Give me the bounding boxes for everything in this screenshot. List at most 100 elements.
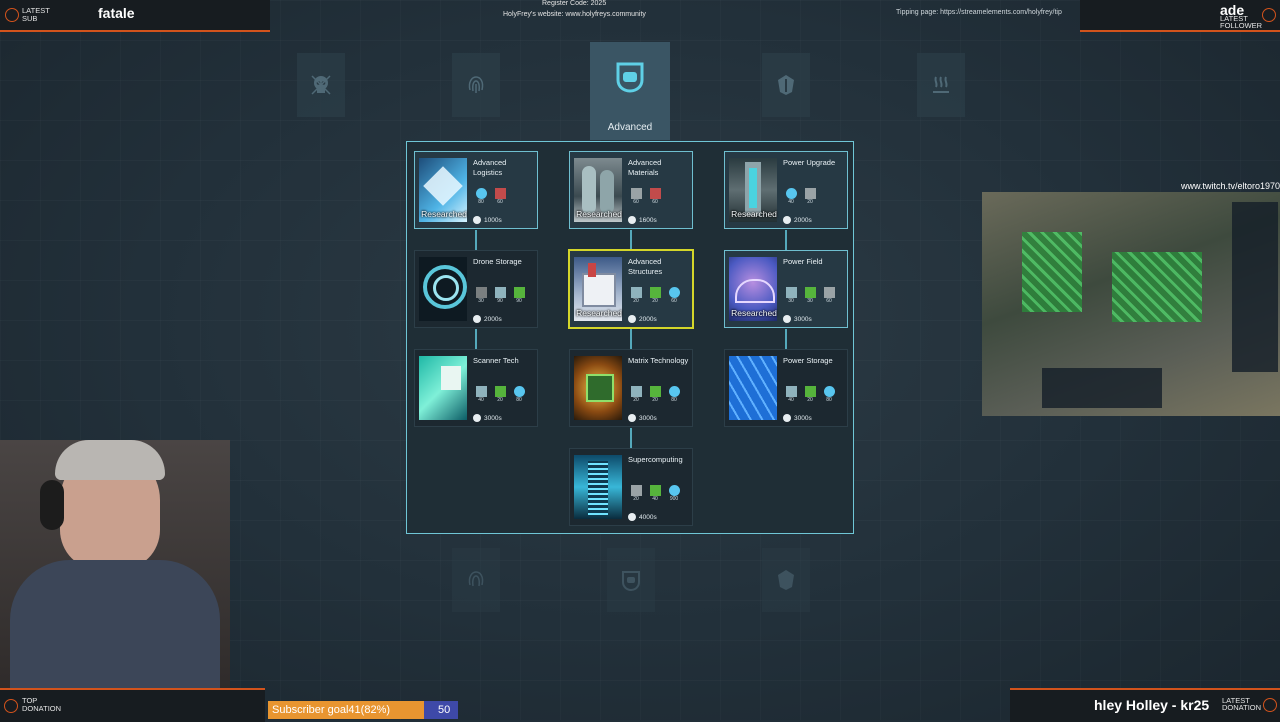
resource-cost: 20 [628,287,644,304]
researched-label: Researched [731,209,777,219]
latest-donation-name: hley Holley - kr25 [1094,697,1210,713]
resource-cost: 60 [647,188,663,205]
crystal-icon [668,386,680,397]
resource-cost: 20 [628,485,644,502]
resource-cost: 20 [802,386,818,403]
bio-icon [649,485,661,496]
tech-node-power-storage[interactable]: Power Storage 40 20 80 3000s [724,349,848,427]
tech-thumbnail [574,356,622,420]
clock-icon [473,216,481,224]
cost-amount: 80 [478,199,484,205]
tech-node-matrix-technology[interactable]: Matrix Technology 20 20 80 3000s [569,349,693,427]
cost-amount: 30 [788,298,794,304]
resource-cost: 90 [511,287,527,304]
tech-name: Advanced Materials [628,158,662,177]
cost-list: 40 20 [783,188,818,205]
clock-icon [628,513,636,521]
latest-donation-label: LATEST DONATION [1222,696,1262,712]
tech-thumbnail [419,356,467,420]
metal-icon [630,287,642,298]
resource-cost: 40 [783,386,799,403]
cost-amount: 20 [807,397,813,403]
donation-icon [4,699,18,713]
tech-node-power-field[interactable]: Researched Power Field 30 30 60 3000s [724,250,848,328]
time-value: 2000s [794,216,812,224]
branch-tab-heat[interactable] [917,53,965,117]
tech-node-supercomputing[interactable]: Supercomputing 20 40 900 4000s [569,448,693,526]
time-value: 3000s [794,414,812,422]
branch-tab-fingerprint[interactable] [452,53,500,117]
tech-name: Scanner Tech [473,356,519,365]
sub-icon [5,8,19,22]
tech-node-scanner-tech[interactable]: Scanner Tech 40 20 80 3000s [414,349,538,427]
branch-tab-skull[interactable] [297,53,345,117]
resource-cost: 20 [492,386,508,403]
tech-node-advanced-structures[interactable]: Researched Advanced Structures 20 20 60 … [568,249,694,329]
cost-list: 30 30 60 [783,287,837,304]
researched-label: Researched [576,308,622,318]
tech-name: Advanced Logistics [473,158,507,177]
resource-cost: 90 [492,287,508,304]
cost-amount: 60 [652,199,658,205]
connector [630,428,632,448]
researched-label: Researched [576,209,622,219]
tech-node-power-upgrade[interactable]: Researched Power Upgrade 40 20 2000s [724,151,848,229]
cost-amount: 40 [478,397,484,403]
clock-icon [783,315,791,323]
connector [630,230,632,250]
branch-tab-fingerprint-lower[interactable] [452,548,500,612]
donation-icon [1263,698,1277,712]
cost-amount: 20 [652,397,658,403]
top-donation-bar: TOP DONATION [0,688,265,722]
researched-label: Researched [731,308,777,318]
clock-icon [628,216,636,224]
branch-tab-advanced[interactable]: Advanced [590,42,670,140]
cost-list: 20 40 900 [628,485,682,502]
time-value: 1600s [639,216,657,224]
resource-cost: 40 [647,485,663,502]
tech-node-advanced-logistics[interactable]: Researched Advanced Logistics 80 60 1000… [414,151,538,229]
bio-icon [494,386,506,397]
subscriber-goal-text: Subscriber goal41(82%) [272,704,391,716]
crystal-icon [475,188,487,199]
research-time: 1600s [628,216,657,224]
tech-node-advanced-materials[interactable]: Researched Advanced Materials 60 60 1600… [569,151,693,229]
emblem-icon [778,570,794,590]
resource-cost: 40 [783,188,799,205]
latest-sub-name: fatale [98,5,135,21]
crystal-icon [668,287,680,298]
research-time: 3000s [783,414,812,422]
branch-tab-helmet-lower[interactable] [607,548,655,612]
resource-cost: 80 [511,386,527,403]
cost-amount: 60 [826,298,832,304]
resource-cost: 60 [821,287,837,304]
crystal-icon [823,386,835,397]
metal-icon [785,287,797,298]
researched-label: Researched [421,209,467,219]
component-icon [649,188,661,199]
tech-name: Advanced Structures [628,257,663,276]
website-text: HolyFrey's website: www.holyfreys.commun… [503,11,646,18]
cost-amount: 90 [497,298,503,304]
fingerprint-icon [468,76,484,93]
cost-list: 20 20 80 [628,386,682,403]
clock-icon [783,216,791,224]
tech-node-drone-storage[interactable]: Drone Storage 30 90 90 2000s [414,250,538,328]
branch-tab-emblem[interactable] [762,53,810,117]
latest-follower-bar: ade LATEST FOLLOWER [1080,0,1280,32]
resource-cost: 60 [628,188,644,205]
heart-icon [1262,8,1276,22]
ore-icon [630,188,642,199]
clock-icon [473,414,481,422]
cost-amount: 80 [516,397,522,403]
cost-list: 40 20 80 [783,386,837,403]
clock-icon [628,315,636,323]
research-time: 4000s [628,513,657,521]
bio-icon [649,386,661,397]
branch-label-advanced: Advanced [607,122,653,133]
cost-amount: 90 [516,298,522,304]
branch-tab-emblem-lower[interactable] [762,548,810,612]
cost-amount: 30 [807,298,813,304]
research-tree-panel: Researched Advanced Logistics 80 60 1000… [406,141,854,534]
resource-cost: 900 [666,485,682,502]
